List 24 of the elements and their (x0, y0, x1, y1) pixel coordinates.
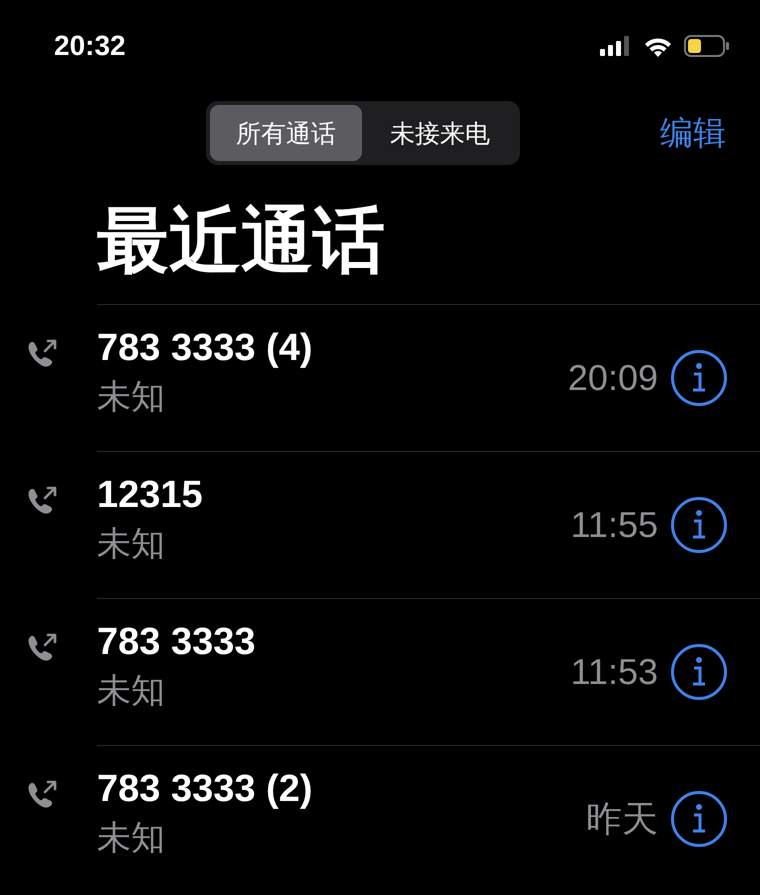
signal-icon (600, 36, 632, 56)
caller-number: 783 3333 (4) (97, 326, 314, 370)
caller-number: 12315 (97, 474, 204, 516)
segment-tab[interactable]: 所有通话 (210, 105, 362, 161)
page-title: 最近通话 (97, 201, 386, 283)
caller-number: 783 3333 (97, 620, 256, 664)
call-time: 昨天 (586, 796, 658, 840)
battery-icon (684, 35, 730, 57)
edit-button[interactable]: 编辑 (660, 110, 726, 156)
status-time: 20:32 (54, 30, 126, 62)
info-icon[interactable] (670, 496, 728, 554)
call-time: 20:09 (568, 357, 658, 399)
info-icon[interactable] (670, 349, 728, 407)
info-icon[interactable] (670, 643, 728, 701)
wifi-icon (644, 36, 672, 56)
caller-number: 783 3333 (2) (97, 768, 314, 810)
caller-label: 未知 (97, 670, 166, 712)
segment-tab[interactable]: 未接来电 (364, 105, 516, 161)
caller-label: 未知 (97, 524, 166, 564)
caller-label: 未知 (97, 818, 166, 858)
call-time: 11:55 (570, 504, 658, 546)
info-icon[interactable] (670, 790, 728, 848)
call-time: 11:53 (570, 651, 658, 693)
caller-label: 未知 (97, 376, 166, 418)
